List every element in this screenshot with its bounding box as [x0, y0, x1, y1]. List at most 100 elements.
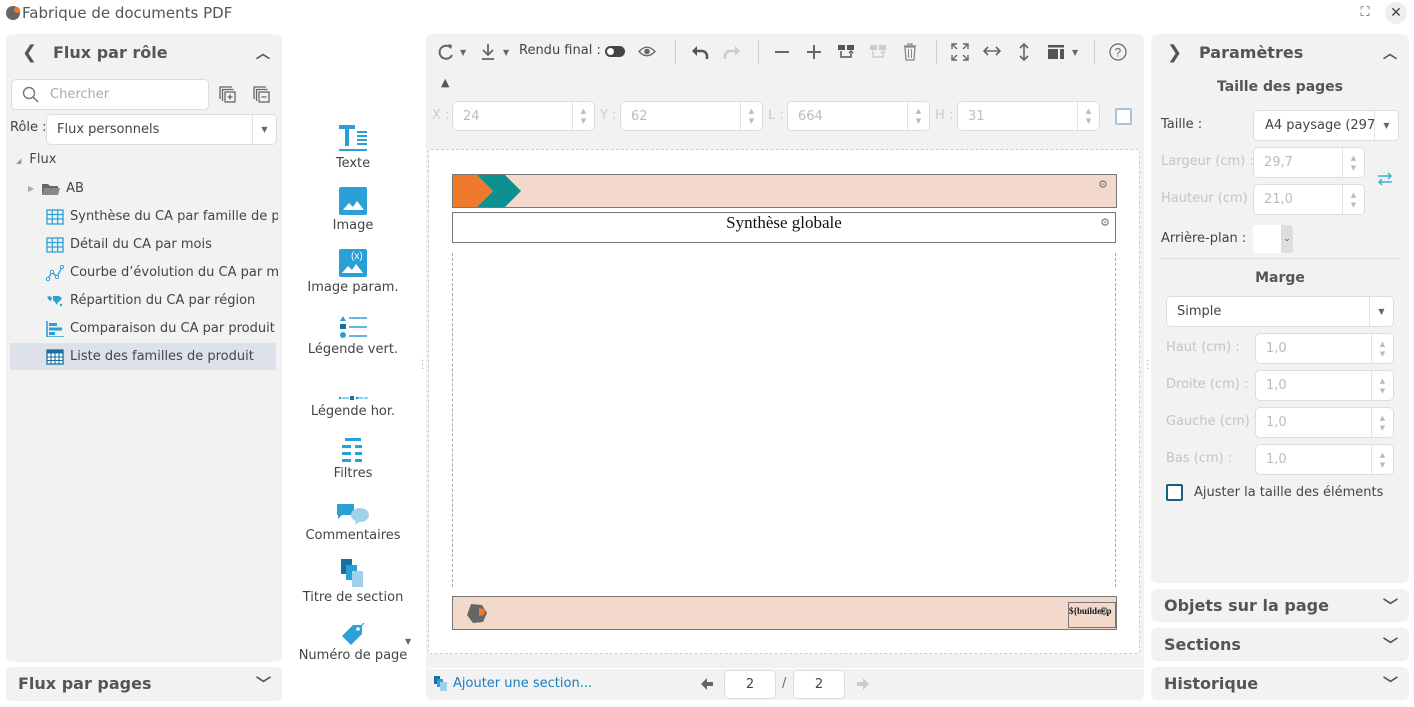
lock-ratio-checkbox[interactable]	[1115, 108, 1132, 125]
zoom-out-icon[interactable]	[774, 44, 790, 60]
fit-page-icon[interactable]	[951, 43, 969, 61]
footer-band[interactable]: ${builder.p ⚙	[452, 596, 1117, 630]
top-margin-spinner[interactable]: ▲ ▼	[1371, 334, 1393, 363]
chevron-down-icon[interactable]: ﹀	[256, 673, 271, 694]
maximize-icon[interactable]: ⛶	[1356, 5, 1374, 21]
collapse-right-icon[interactable]: ❯	[1167, 42, 1182, 63]
tree-item-repartition-ca[interactable]: Répartition du CA par région	[46, 287, 278, 314]
margin-select[interactable]: Simple ▼	[1166, 296, 1394, 327]
refresh-icon[interactable]	[437, 43, 455, 61]
collapse-all-icon[interactable]	[252, 85, 270, 103]
redo-icon[interactable]	[723, 43, 741, 61]
sections-panel[interactable]: Sections ﹀	[1151, 628, 1409, 661]
tool-filtres[interactable]: Filtres	[296, 428, 410, 481]
l-spinner[interactable]: ▲ ▼	[907, 102, 929, 130]
flux-par-pages-panel[interactable]: Flux par pages ﹀	[6, 667, 282, 701]
l-input[interactable]: 664 ▲ ▼	[787, 101, 930, 131]
tree-item-liste-familles[interactable]: Liste des familles de produit	[10, 343, 276, 370]
tool-commentaires[interactable]: Commentaires	[296, 490, 410, 543]
tree-expand-icon[interactable]: ◢	[16, 157, 21, 165]
chevron-up-icon[interactable]: ︿	[1383, 43, 1397, 63]
top-margin-input[interactable]: 1,0 ▲ ▼	[1255, 333, 1394, 364]
add-section-link[interactable]: Ajouter une section...	[453, 676, 592, 691]
tree-item-synthese-ca[interactable]: Synthèse du CA par famille de produit	[46, 203, 278, 230]
undo-icon[interactable]	[691, 43, 709, 61]
collapse-toolbar-icon[interactable]: ▲	[441, 76, 449, 89]
h-input[interactable]: 31 ▲ ▼	[957, 101, 1100, 131]
section-title-block[interactable]: Synthèse globale ⚙	[452, 212, 1116, 243]
right-splitter-handle[interactable]: · · ·	[1146, 357, 1149, 375]
fit-height-icon[interactable]	[1018, 43, 1030, 61]
fit-width-icon[interactable]	[983, 45, 1001, 57]
footer-field[interactable]: ${builder.p ⚙	[1068, 602, 1116, 628]
h-spinner[interactable]: ▲ ▼	[1077, 102, 1099, 130]
search-input[interactable]: Chercher	[11, 79, 209, 110]
delete-icon[interactable]	[903, 43, 917, 61]
render-label: Rendu final :	[519, 43, 601, 58]
historique-panel[interactable]: Historique ﹀	[1151, 667, 1409, 700]
expand-all-icon[interactable]	[218, 85, 236, 103]
tools-scroll-down-icon[interactable]: ▼	[405, 637, 411, 646]
bottom-margin-spinner[interactable]: ▲ ▼	[1371, 445, 1393, 474]
tree-item-comparaison-ca[interactable]: Comparaison du CA par produit	[46, 315, 278, 342]
send-backward-icon[interactable]	[869, 44, 887, 60]
next-page-icon[interactable]	[856, 677, 870, 691]
settings-gears-icon[interactable]: ⚙	[1099, 605, 1113, 619]
role-label: Rôle :	[10, 120, 47, 135]
height-spinner[interactable]: ▲ ▼	[1342, 185, 1364, 214]
close-icon[interactable]: ✕	[1385, 2, 1407, 24]
current-page-input[interactable]: 2	[724, 670, 776, 699]
left-splitter-handle[interactable]: · · ·	[421, 357, 424, 375]
preview-eye-icon[interactable]	[638, 45, 656, 58]
chevron-down-icon[interactable]: ﹀	[1383, 634, 1398, 655]
tree-item-courbe-ca[interactable]: Courbe d’évolution du CA par mois	[46, 259, 278, 286]
tree-item-folder-ab[interactable]: ▶ AB	[28, 175, 278, 202]
objets-sur-la-page-panel[interactable]: Objets sur la page ﹀	[1151, 589, 1409, 622]
y-spinner[interactable]: ▲ ▼	[740, 102, 762, 130]
height-input[interactable]: 21,0 ▲ ▼	[1253, 184, 1365, 215]
collapse-left-icon[interactable]: ❮	[22, 42, 37, 63]
refresh-dropdown-icon[interactable]: ▼	[460, 42, 466, 62]
download-icon[interactable]	[480, 43, 496, 61]
left-margin-spinner[interactable]: ▲ ▼	[1371, 408, 1393, 437]
tool-image[interactable]: Image	[296, 180, 410, 233]
x-input[interactable]: 24 ▲ ▼	[452, 101, 595, 131]
bring-forward-icon[interactable]	[837, 44, 855, 60]
tool-legende-hor[interactable]: Légende hor.	[296, 366, 410, 419]
layout-dropdown-icon[interactable]: ▼	[1072, 42, 1078, 62]
bottom-margin-input[interactable]: 1,0 ▲ ▼	[1255, 444, 1394, 475]
tool-legende-vert[interactable]: Légende vert.	[296, 304, 410, 357]
swap-orientation-icon[interactable]	[1377, 172, 1393, 186]
chevron-down-icon[interactable]: ﹀	[1383, 673, 1398, 694]
tool-image-param[interactable]: (x) Image param.	[296, 242, 410, 295]
left-margin-input[interactable]: 1,0 ▲ ▼	[1255, 407, 1394, 438]
tree-collapse-icon[interactable]: ▶	[28, 184, 34, 193]
tool-numero-page[interactable]: Numéro de page	[296, 610, 410, 663]
right-margin-input[interactable]: 1,0 ▲ ▼	[1255, 370, 1394, 401]
right-margin-spinner[interactable]: ▲ ▼	[1371, 371, 1393, 400]
settings-gears-icon[interactable]: ⚙	[1098, 216, 1112, 230]
previous-page-icon[interactable]	[700, 677, 714, 691]
fit-elements-checkbox[interactable]	[1166, 484, 1183, 501]
tree-root[interactable]: ◢ Flux	[16, 152, 56, 167]
render-toggle[interactable]	[605, 46, 625, 57]
width-input[interactable]: 29,7 ▲ ▼	[1253, 147, 1365, 178]
size-select[interactable]: A4 paysage (297 ▼	[1253, 110, 1399, 141]
tool-titre-section[interactable]: Titre de section	[296, 552, 410, 605]
zoom-in-icon[interactable]	[806, 44, 822, 60]
chevron-down-icon[interactable]: ﹀	[1383, 595, 1398, 616]
tool-texte[interactable]: Texte	[296, 118, 410, 171]
header-band[interactable]: ⚙	[452, 174, 1117, 208]
help-icon[interactable]: ?	[1109, 43, 1127, 61]
body-section[interactable]	[452, 253, 1116, 587]
settings-gears-icon[interactable]: ⚙	[1098, 178, 1112, 192]
download-dropdown-icon[interactable]: ▼	[503, 42, 509, 62]
width-spinner[interactable]: ▲ ▼	[1342, 148, 1364, 177]
background-color-picker[interactable]: ⌄	[1253, 225, 1293, 253]
tree-item-detail-ca[interactable]: Détail du CA par mois	[46, 231, 278, 258]
chevron-up-icon[interactable]: ︿	[256, 43, 270, 63]
x-spinner[interactable]: ▲ ▼	[572, 102, 594, 130]
role-select[interactable]: Flux personnels ▼	[46, 114, 277, 145]
y-input[interactable]: 62 ▲ ▼	[620, 101, 763, 131]
layout-icon[interactable]	[1047, 44, 1065, 60]
